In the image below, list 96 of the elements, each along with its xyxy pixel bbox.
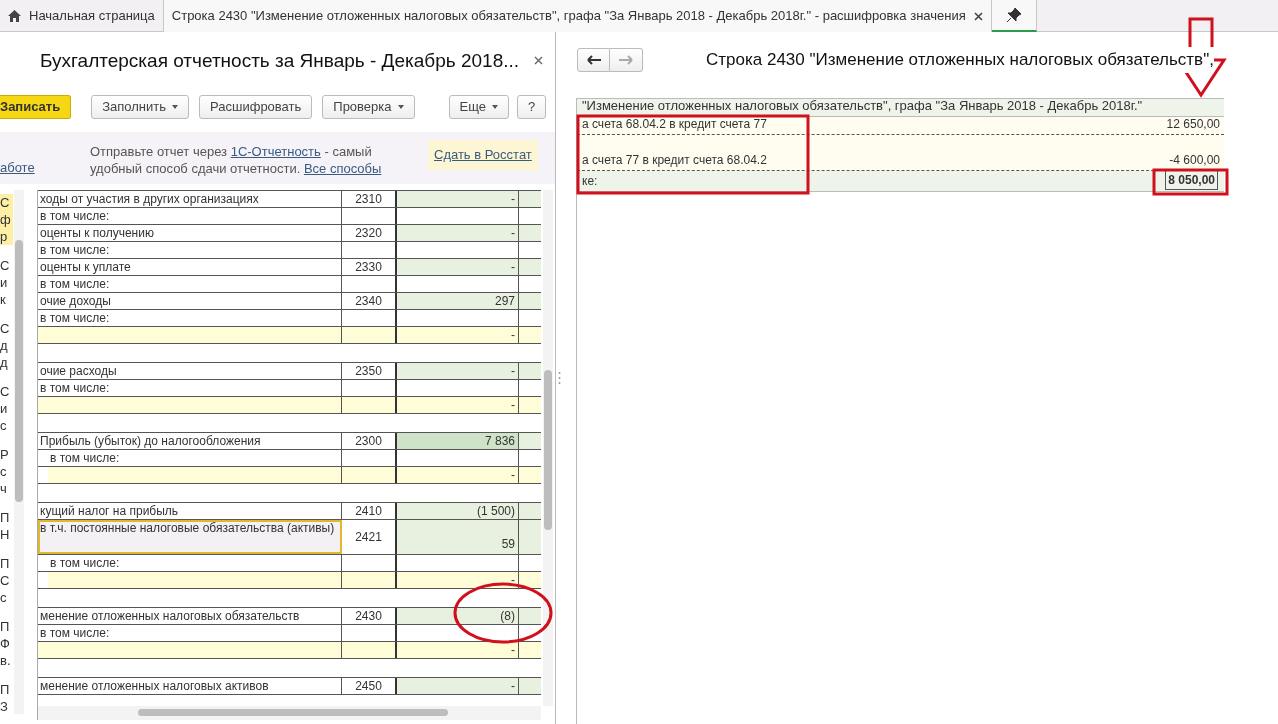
page-title: Строка 2430 "Изменение отложенных налоговых обязательств", bbox=[706, 47, 1214, 73]
sidebar-item[interactable]: П З bbox=[0, 681, 13, 715]
table-cell[interactable]: - bbox=[397, 191, 519, 207]
table-cell bbox=[519, 191, 541, 207]
link[interactable]: аботе bbox=[0, 157, 50, 177]
sidebar-item[interactable]: С д д bbox=[0, 320, 13, 371]
table-cell: в том числе: bbox=[38, 208, 342, 224]
table-cell[interactable]: - bbox=[397, 678, 519, 694]
pin-icon bbox=[1006, 8, 1021, 22]
close-icon[interactable] bbox=[534, 55, 543, 65]
table-cell[interactable]: (8) bbox=[397, 608, 519, 624]
sidebar-item[interactable]: С и с bbox=[0, 383, 13, 434]
scrollbar[interactable] bbox=[14, 190, 24, 714]
sidebar-item[interactable]: С ф р bbox=[0, 194, 13, 245]
table-cell bbox=[342, 327, 397, 343]
table-cell bbox=[519, 293, 541, 309]
table-cell bbox=[519, 642, 541, 658]
tab[interactable]: Строка 2430 "Изменение отложенных налоговых обязательств", графа "За Январь 2018 - Декабрь 2018г." - расшифровка значения bbox=[163, 0, 992, 32]
table-cell: в том числе: bbox=[38, 242, 342, 258]
toolbar-button[interactable]: Расшифровать bbox=[199, 94, 313, 119]
table-cell bbox=[342, 642, 397, 658]
table-cell bbox=[519, 520, 541, 554]
tab[interactable]: Начальная страница bbox=[0, 0, 164, 32]
table-cell: в том числе: bbox=[38, 450, 342, 466]
table-cell[interactable]: - bbox=[397, 397, 519, 413]
table-cell: в том числе: bbox=[38, 625, 342, 641]
close-icon[interactable] bbox=[973, 11, 983, 21]
help-button[interactable]: ? bbox=[516, 94, 547, 119]
toolbar-button[interactable]: Проверка bbox=[322, 94, 415, 119]
table-cell[interactable]: - bbox=[397, 642, 519, 658]
table-cell-text: а счета 77 в кредит счета 68.04.2 bbox=[582, 152, 767, 169]
table-cell[interactable]: - bbox=[397, 467, 519, 483]
table-cell bbox=[519, 259, 541, 275]
table-cell-text: а счета 68.04.2 в кредит счета 77 bbox=[582, 116, 767, 133]
arrow-icon bbox=[619, 55, 633, 65]
table-cell[interactable]: - bbox=[397, 572, 519, 588]
table-cell[interactable]: очие доходы bbox=[38, 293, 342, 309]
table-cell[interactable]: менение отложенных налоговых активов bbox=[38, 678, 342, 694]
table-cell: в том числе: bbox=[38, 276, 342, 292]
table-cell-text: -4 600,00 bbox=[1169, 152, 1220, 169]
table-cell[interactable]: 7 836 bbox=[397, 433, 519, 449]
table-cell[interactable]: Прибыль (убыток) до налогообложения bbox=[38, 433, 342, 449]
table-cell[interactable]: - bbox=[397, 259, 519, 275]
table-cell: 8 050,00 bbox=[1165, 170, 1218, 190]
table-header: "Изменение отложенных налоговых обязательств", графа "За Январь 2018 - Декабрь 2018г." bbox=[582, 96, 1143, 115]
table-cell[interactable]: - bbox=[397, 225, 519, 241]
table-cell: в том числе: bbox=[38, 380, 342, 396]
table-cell: в том числе: bbox=[38, 310, 342, 326]
table-cell bbox=[519, 433, 541, 449]
link[interactable]: Все способы bbox=[303, 161, 382, 176]
scrollbar[interactable] bbox=[38, 706, 541, 720]
table-cell bbox=[519, 678, 541, 694]
sidebar-item[interactable]: С и к bbox=[0, 257, 13, 308]
link[interactable]: 1С-Отчетность bbox=[230, 144, 321, 159]
table-cell[interactable]: (1 500) bbox=[397, 503, 519, 519]
table-cell[interactable]: менение отложенных налоговых обязательств bbox=[38, 608, 342, 624]
arrow-icon bbox=[586, 55, 601, 65]
scrollbar[interactable] bbox=[543, 190, 553, 706]
table-cell[interactable]: оценты к получению bbox=[38, 225, 342, 241]
pin-button[interactable] bbox=[991, 0, 1037, 32]
table-cell bbox=[519, 327, 541, 343]
notice-text: Отправьте отчет через 1С-Отчетность - самый удобный способ сдачи отчетности. Все способы bbox=[90, 143, 383, 178]
back-button[interactable] bbox=[577, 48, 610, 72]
sidebar-item[interactable]: Р с ч bbox=[0, 446, 13, 497]
table-cell bbox=[342, 467, 397, 483]
table-cell[interactable]: 59 bbox=[397, 520, 519, 554]
table-cell[interactable]: ходы от участия в других организациях bbox=[38, 191, 342, 207]
splitter-handle-icon[interactable] bbox=[557, 371, 561, 385]
table-cell bbox=[519, 225, 541, 241]
sidebar-item[interactable]: П С с bbox=[0, 555, 13, 606]
toolbar-button[interactable]: Записать bbox=[0, 94, 72, 119]
home-icon bbox=[8, 10, 21, 22]
table-cell bbox=[519, 467, 541, 483]
sidebar-item[interactable]: П Ф в. bbox=[0, 618, 13, 669]
toolbar-button[interactable]: Заполнить bbox=[91, 94, 190, 119]
sidebar-item[interactable]: П Н bbox=[0, 509, 13, 543]
table-cell[interactable]: - bbox=[397, 327, 519, 343]
table-cell bbox=[519, 572, 541, 588]
table-cell bbox=[519, 503, 541, 519]
table-cell bbox=[519, 363, 541, 379]
table-cell bbox=[342, 397, 397, 413]
link-button[interactable]: Сдать в Росстат bbox=[428, 140, 538, 170]
table-cell: в том числе: bbox=[38, 555, 342, 571]
toolbar-button[interactable]: Еще bbox=[448, 94, 509, 119]
table-cell[interactable]: кущий налог на прибыль bbox=[38, 503, 342, 519]
table-cell bbox=[519, 397, 541, 413]
table-cell-text: 12 650,00 bbox=[1166, 116, 1220, 133]
table-cell[interactable]: 297 bbox=[397, 293, 519, 309]
table-cell[interactable]: в т.ч. постоянные налоговые обязательства (активы) bbox=[38, 520, 342, 554]
form-title: Бухгалтерская отчетность за Январь - Декабрь 2018... bbox=[40, 48, 520, 73]
table-cell-text: ке: bbox=[582, 173, 598, 190]
table-cell bbox=[342, 572, 397, 588]
table-cell[interactable]: - bbox=[397, 363, 519, 379]
table-cell[interactable]: очие расходы bbox=[38, 363, 342, 379]
table-cell bbox=[519, 608, 541, 624]
table-cell[interactable]: оценты к уплате bbox=[38, 259, 342, 275]
